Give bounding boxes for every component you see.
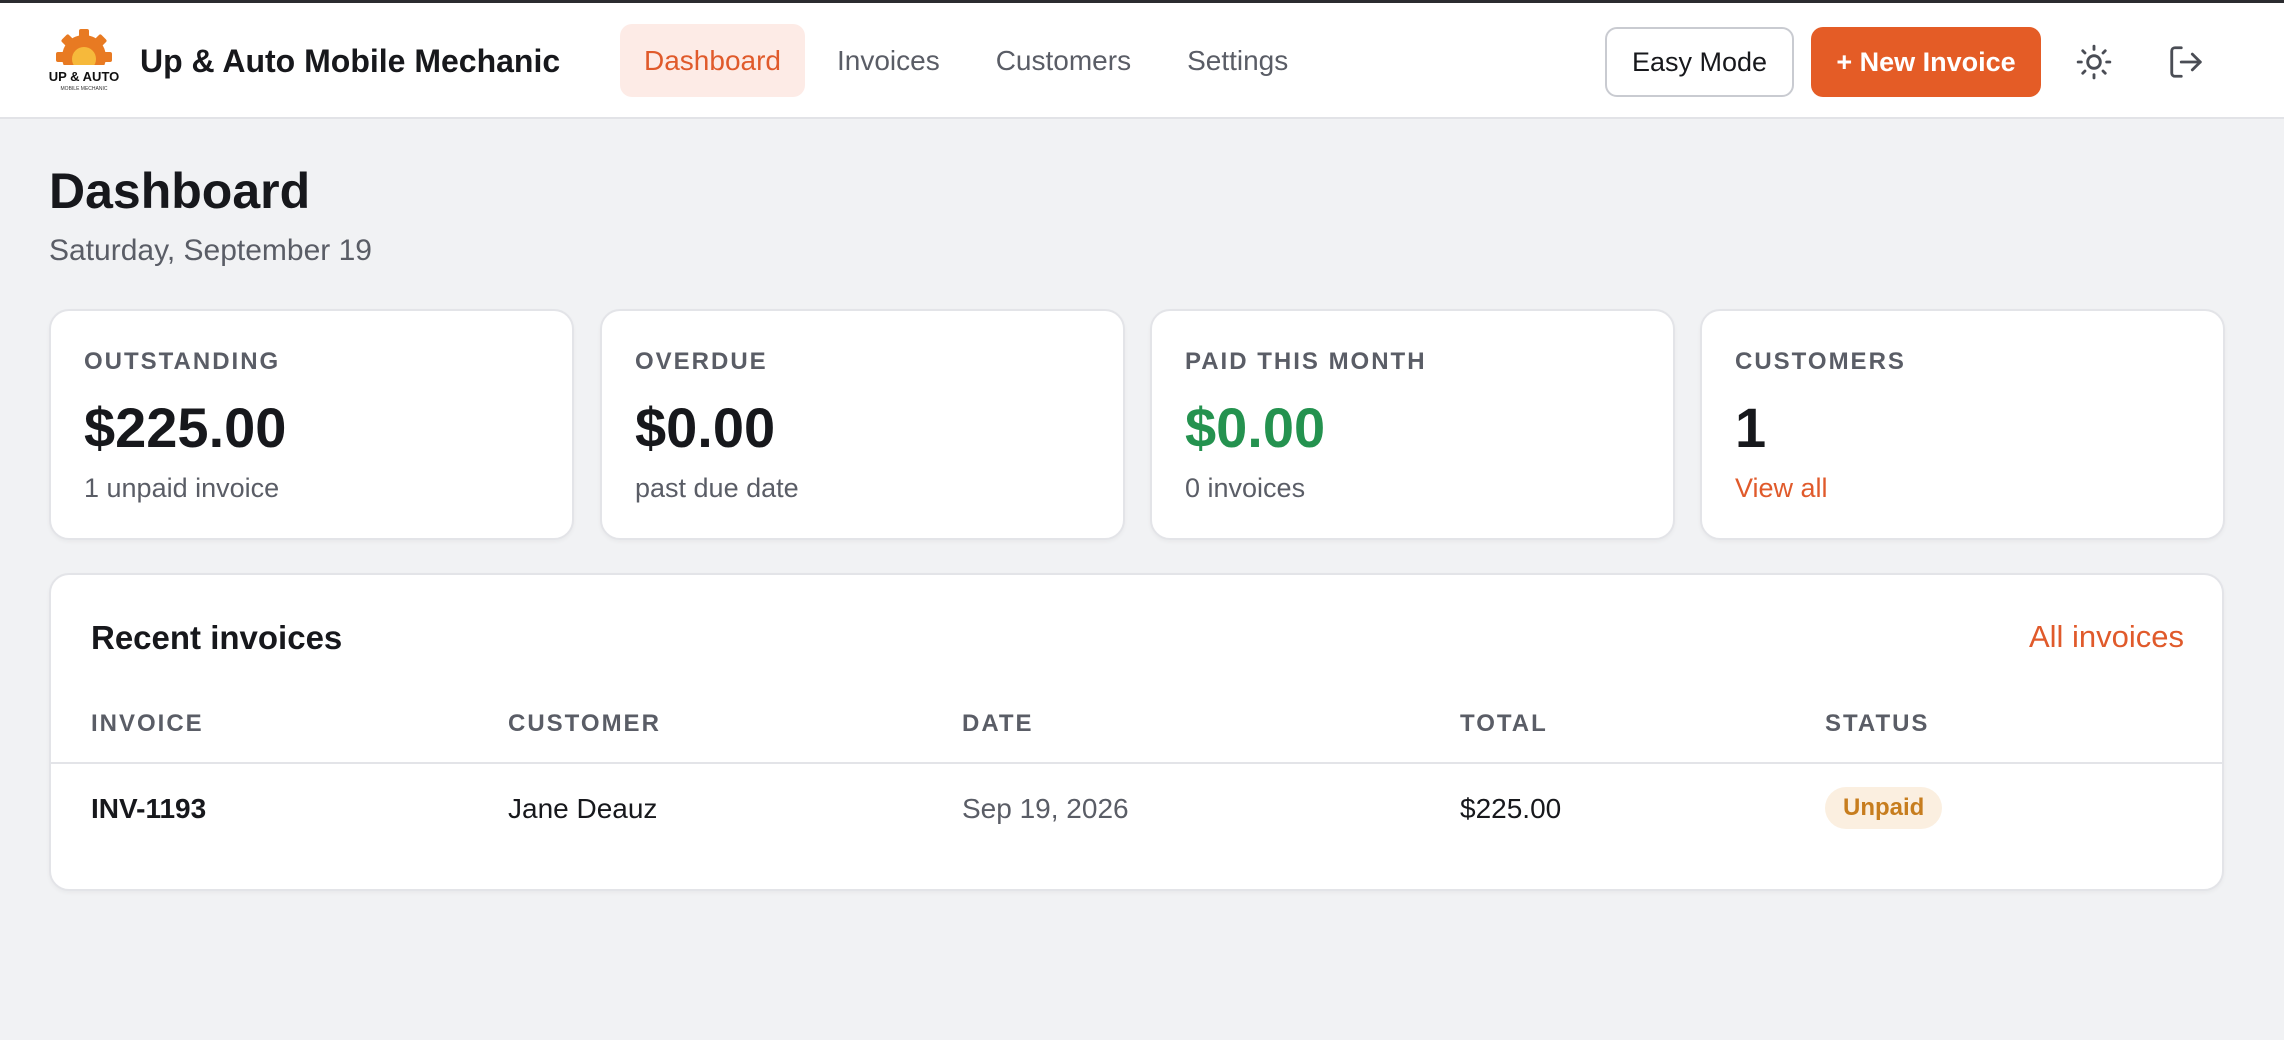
stat-label: OVERDUE bbox=[635, 348, 768, 375]
stat-subtext: 1 unpaid invoice bbox=[84, 473, 280, 503]
column-header-customer: CUSTOMER bbox=[508, 710, 661, 737]
stat-card-paid-this-month: PAID THIS MONTH $0.00 0 invoices bbox=[1150, 309, 1675, 540]
nav-settings[interactable]: Settings bbox=[1163, 24, 1312, 97]
invoice-number[interactable]: INV-1193 bbox=[91, 793, 206, 825]
page-title: Dashboard bbox=[49, 163, 311, 219]
logout-icon bbox=[2170, 46, 2202, 78]
new-invoice-button[interactable]: + New Invoice bbox=[1811, 27, 2041, 97]
column-header-invoice: INVOICE bbox=[91, 710, 204, 737]
nav-dashboard[interactable]: Dashboard bbox=[620, 24, 805, 97]
stat-value: 1 bbox=[1735, 396, 1767, 459]
stat-label: PAID THIS MONTH bbox=[1185, 348, 1427, 375]
nav-customers[interactable]: Customers bbox=[972, 24, 1155, 97]
logo-text: UP & AUTO bbox=[49, 69, 120, 84]
brand[interactable]: UP & AUTO MOBILE MECHANIC Up & Auto Mobi… bbox=[48, 27, 560, 95]
stat-subtext: past due date bbox=[635, 473, 799, 503]
main-nav: Dashboard Invoices Customers Settings bbox=[620, 24, 1320, 97]
logo-subtext: MOBILE MECHANIC bbox=[61, 86, 108, 92]
invoice-customer: Jane Deauz bbox=[508, 793, 658, 824]
stat-value: $0.00 bbox=[635, 396, 776, 459]
stat-card-overdue: OVERDUE $0.00 past due date bbox=[600, 309, 1125, 540]
view-all-customers-link[interactable]: View all bbox=[1735, 473, 1828, 504]
nav-invoices[interactable]: Invoices bbox=[813, 24, 964, 97]
invoice-date: Sep 19, 2026 bbox=[962, 793, 1129, 824]
all-invoices-link[interactable]: All invoices bbox=[2029, 619, 2184, 655]
stat-card-outstanding: OUTSTANDING $225.00 1 unpaid invoice bbox=[49, 309, 574, 540]
theme-toggle-button[interactable] bbox=[2067, 35, 2121, 89]
stat-label: CUSTOMERS bbox=[1735, 348, 1906, 375]
stat-label: OUTSTANDING bbox=[84, 348, 281, 375]
logout-button[interactable] bbox=[2159, 35, 2213, 89]
status-badge: Unpaid bbox=[1825, 787, 1943, 829]
easy-mode-button[interactable]: Easy Mode bbox=[1605, 27, 1794, 97]
stat-card-customers: CUSTOMERS 1 View all bbox=[1700, 309, 2225, 540]
column-header-date: DATE bbox=[962, 710, 1034, 737]
table-divider bbox=[51, 762, 2222, 764]
stat-value: $225.00 bbox=[84, 396, 287, 459]
recent-invoices-title: Recent invoices bbox=[91, 619, 343, 656]
stat-value: $0.00 bbox=[1185, 396, 1326, 459]
app-name: Up & Auto Mobile Mechanic bbox=[140, 42, 561, 79]
column-header-total: TOTAL bbox=[1460, 710, 1548, 737]
sun-icon bbox=[2076, 44, 2112, 80]
stat-subtext: 0 invoices bbox=[1185, 473, 1306, 503]
recent-invoices-panel: Recent invoices All invoices INVOICE CUS… bbox=[49, 573, 2224, 891]
gear-logo-icon: UP & AUTO MOBILE MECHANIC bbox=[48, 29, 120, 95]
column-header-status: STATUS bbox=[1825, 710, 1930, 737]
top-bar: UP & AUTO MOBILE MECHANIC Up & Auto Mobi… bbox=[0, 0, 2284, 119]
invoice-total: $225.00 bbox=[1460, 793, 1562, 824]
page-date: Saturday, September 19 bbox=[49, 234, 372, 267]
